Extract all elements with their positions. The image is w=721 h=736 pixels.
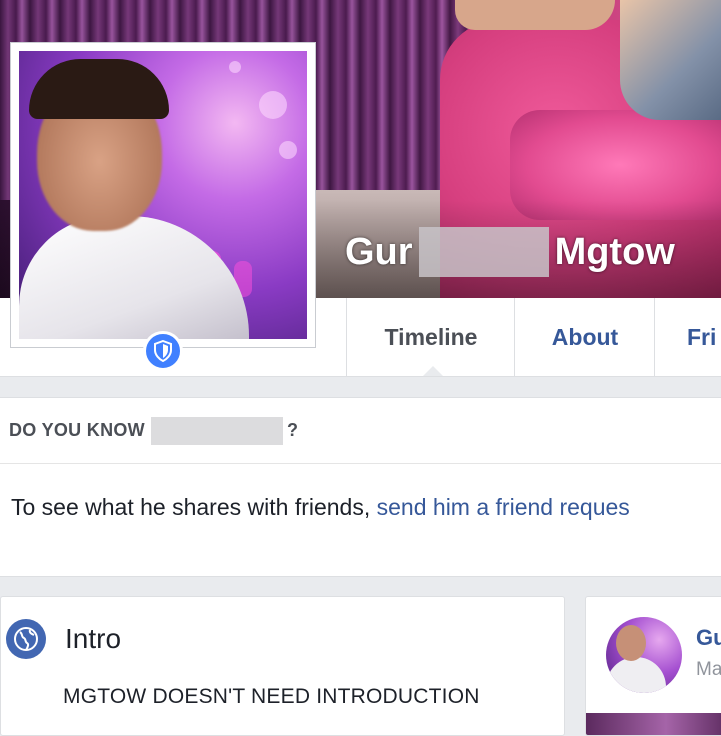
- shield-icon: [154, 340, 172, 362]
- avatar[interactable]: [606, 617, 682, 693]
- profile-guard-shield-icon[interactable]: [143, 331, 183, 371]
- active-tab-caret: [423, 366, 443, 376]
- do-you-know-body: To see what he shares with friends, send…: [11, 494, 630, 521]
- profile-name[interactable]: Gur Mgtow: [345, 227, 675, 277]
- profile-picture[interactable]: [10, 42, 316, 348]
- do-you-know-question-mark: ?: [286, 420, 298, 440]
- cover-figure: [620, 0, 721, 120]
- intro-title: Intro: [65, 623, 122, 654]
- post-meta: Ma: [696, 659, 721, 680]
- name-redaction: [418, 227, 549, 277]
- globe-icon: [6, 619, 46, 659]
- post-author-name[interactable]: Gu: [696, 625, 721, 651]
- send-friend-request-link[interactable]: send him a friend reques: [377, 494, 630, 520]
- do-you-know-panel: DO YOU KNOW ? To see what he shares with…: [0, 397, 721, 577]
- post-image-strip: [586, 713, 721, 735]
- cover-arm: [455, 0, 615, 30]
- profile-name-last: Mgtow: [554, 230, 675, 273]
- do-you-know-title: DO YOU KNOW: [9, 420, 145, 440]
- intro-card: Intro MGTOW DOESN'T NEED INTRODUCTION: [0, 596, 565, 736]
- profile-name-first: Gur: [345, 230, 413, 273]
- profile-photo: [19, 51, 307, 339]
- photo-hair: [29, 59, 169, 119]
- post-card: Gu Ma: [585, 596, 721, 736]
- tab-friends[interactable]: Fri: [654, 298, 721, 376]
- intro-bio: MGTOW DOESN'T NEED INTRODUCTION: [63, 685, 480, 708]
- do-you-know-name-redaction: [150, 416, 283, 445]
- tab-timeline[interactable]: Timeline: [346, 298, 515, 376]
- do-you-know-header: DO YOU KNOW ?: [0, 398, 721, 464]
- tab-about[interactable]: About: [514, 298, 655, 376]
- do-you-know-text: To see what he shares with friends,: [11, 494, 377, 520]
- photo-shirt: [19, 216, 249, 339]
